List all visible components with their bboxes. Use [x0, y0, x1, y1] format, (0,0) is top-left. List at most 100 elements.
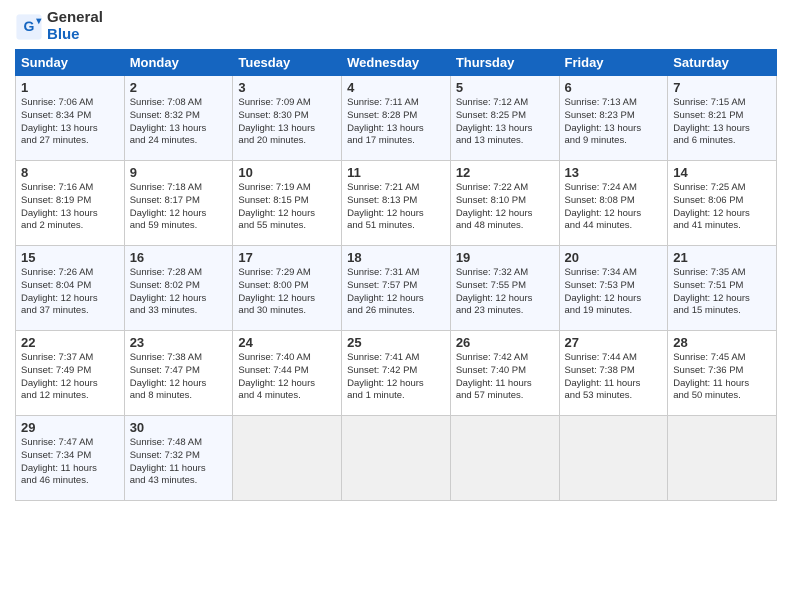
day-info: Sunset: 8:10 PM [456, 195, 554, 208]
day-info: Sunset: 8:08 PM [565, 195, 663, 208]
day-info: Daylight: 13 hours [21, 123, 119, 136]
day-header-saturday: Saturday [668, 50, 777, 76]
day-info: Sunrise: 7:18 AM [130, 182, 228, 195]
day-info: Sunset: 7:47 PM [130, 365, 228, 378]
day-info: Sunset: 8:04 PM [21, 280, 119, 293]
day-info: Sunset: 7:36 PM [673, 365, 771, 378]
calendar-cell [342, 416, 451, 501]
day-info: Sunrise: 7:11 AM [347, 97, 445, 110]
day-number: 20 [565, 250, 663, 265]
day-info: Daylight: 12 hours [673, 293, 771, 306]
day-number: 12 [456, 165, 554, 180]
day-info: Daylight: 12 hours [238, 208, 336, 221]
day-info: Sunset: 7:55 PM [456, 280, 554, 293]
day-info: Daylight: 11 hours [456, 378, 554, 391]
day-info: Daylight: 11 hours [673, 378, 771, 391]
header: G General Blue [15, 10, 777, 43]
logo: G General Blue [15, 10, 103, 43]
day-info: Sunrise: 7:08 AM [130, 97, 228, 110]
calendar-cell: 28Sunrise: 7:45 AMSunset: 7:36 PMDayligh… [668, 331, 777, 416]
calendar-cell: 26Sunrise: 7:42 AMSunset: 7:40 PMDayligh… [450, 331, 559, 416]
calendar-week-2: 8Sunrise: 7:16 AMSunset: 8:19 PMDaylight… [16, 161, 777, 246]
day-number: 14 [673, 165, 771, 180]
day-info: and 46 minutes. [21, 475, 119, 488]
day-info: and 8 minutes. [130, 390, 228, 403]
day-info: Daylight: 12 hours [347, 293, 445, 306]
day-info: and 26 minutes. [347, 305, 445, 318]
calendar-cell: 10Sunrise: 7:19 AMSunset: 8:15 PMDayligh… [233, 161, 342, 246]
calendar-cell [233, 416, 342, 501]
calendar-cell: 12Sunrise: 7:22 AMSunset: 8:10 PMDayligh… [450, 161, 559, 246]
day-info: Daylight: 12 hours [456, 208, 554, 221]
day-info: and 13 minutes. [456, 135, 554, 148]
day-info: and 17 minutes. [347, 135, 445, 148]
day-info: and 57 minutes. [456, 390, 554, 403]
day-number: 27 [565, 335, 663, 350]
day-info: Daylight: 12 hours [347, 378, 445, 391]
day-number: 13 [565, 165, 663, 180]
day-number: 24 [238, 335, 336, 350]
day-info: Sunset: 7:53 PM [565, 280, 663, 293]
calendar-cell: 15Sunrise: 7:26 AMSunset: 8:04 PMDayligh… [16, 246, 125, 331]
day-info: and 37 minutes. [21, 305, 119, 318]
day-info: Sunrise: 7:29 AM [238, 267, 336, 280]
day-info: Sunset: 7:57 PM [347, 280, 445, 293]
day-info: and 24 minutes. [130, 135, 228, 148]
day-info: Daylight: 12 hours [130, 208, 228, 221]
day-info: Daylight: 11 hours [565, 378, 663, 391]
day-number: 7 [673, 80, 771, 95]
day-number: 2 [130, 80, 228, 95]
day-info: Sunset: 7:49 PM [21, 365, 119, 378]
day-info: and 51 minutes. [347, 220, 445, 233]
day-info: Sunrise: 7:42 AM [456, 352, 554, 365]
day-info: Daylight: 11 hours [21, 463, 119, 476]
calendar-cell [559, 416, 668, 501]
calendar-cell: 7Sunrise: 7:15 AMSunset: 8:21 PMDaylight… [668, 76, 777, 161]
day-info: and 43 minutes. [130, 475, 228, 488]
day-number: 11 [347, 165, 445, 180]
calendar-cell: 25Sunrise: 7:41 AMSunset: 7:42 PMDayligh… [342, 331, 451, 416]
day-number: 10 [238, 165, 336, 180]
day-info: Sunset: 7:40 PM [456, 365, 554, 378]
day-number: 21 [673, 250, 771, 265]
day-info: Sunrise: 7:24 AM [565, 182, 663, 195]
day-header-sunday: Sunday [16, 50, 125, 76]
day-info: Sunset: 8:32 PM [130, 110, 228, 123]
day-info: and 48 minutes. [456, 220, 554, 233]
day-number: 30 [130, 420, 228, 435]
calendar-cell: 23Sunrise: 7:38 AMSunset: 7:47 PMDayligh… [124, 331, 233, 416]
day-info: Sunrise: 7:48 AM [130, 437, 228, 450]
calendar-cell: 13Sunrise: 7:24 AMSunset: 8:08 PMDayligh… [559, 161, 668, 246]
day-info: and 6 minutes. [673, 135, 771, 148]
day-number: 17 [238, 250, 336, 265]
day-info: Sunrise: 7:38 AM [130, 352, 228, 365]
day-info: Daylight: 12 hours [238, 378, 336, 391]
day-number: 18 [347, 250, 445, 265]
day-info: Sunrise: 7:44 AM [565, 352, 663, 365]
day-info: and 12 minutes. [21, 390, 119, 403]
day-info: Sunset: 7:38 PM [565, 365, 663, 378]
day-info: and 27 minutes. [21, 135, 119, 148]
day-number: 16 [130, 250, 228, 265]
calendar-header-row: SundayMondayTuesdayWednesdayThursdayFrid… [16, 50, 777, 76]
day-info: Daylight: 12 hours [21, 293, 119, 306]
day-info: Sunrise: 7:13 AM [565, 97, 663, 110]
day-info: Sunrise: 7:21 AM [347, 182, 445, 195]
day-info: Daylight: 13 hours [456, 123, 554, 136]
day-info: and 19 minutes. [565, 305, 663, 318]
day-number: 1 [21, 80, 119, 95]
day-info: Sunset: 8:21 PM [673, 110, 771, 123]
day-info: Sunset: 8:34 PM [21, 110, 119, 123]
day-info: Daylight: 13 hours [347, 123, 445, 136]
day-info: and 9 minutes. [565, 135, 663, 148]
day-info: and 15 minutes. [673, 305, 771, 318]
calendar-cell: 17Sunrise: 7:29 AMSunset: 8:00 PMDayligh… [233, 246, 342, 331]
day-info: Sunset: 8:17 PM [130, 195, 228, 208]
calendar-cell: 8Sunrise: 7:16 AMSunset: 8:19 PMDaylight… [16, 161, 125, 246]
day-number: 3 [238, 80, 336, 95]
day-info: Sunrise: 7:12 AM [456, 97, 554, 110]
day-info: Daylight: 12 hours [238, 293, 336, 306]
day-info: and 20 minutes. [238, 135, 336, 148]
day-info: Sunrise: 7:35 AM [673, 267, 771, 280]
day-header-monday: Monday [124, 50, 233, 76]
